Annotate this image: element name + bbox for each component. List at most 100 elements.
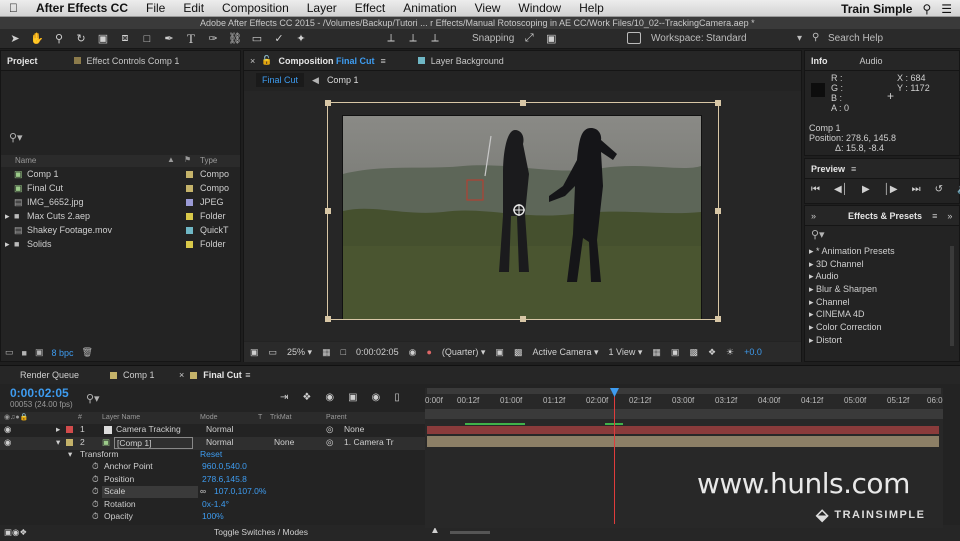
resize-handle[interactable] <box>715 208 721 214</box>
transparency-grid-icon[interactable]: ▩ <box>514 347 523 358</box>
toggle-pixel-icon[interactable]: ▦ <box>652 347 661 358</box>
project-search-icon[interactable]: ⚲▾ <box>9 131 23 144</box>
label-swatch[interactable] <box>186 213 193 220</box>
tab-render-queue[interactable]: Render Queue <box>0 370 110 380</box>
col-layer-name[interactable]: Layer Name <box>102 414 140 421</box>
tab-final-cut[interactable]: Final Cut <box>197 370 245 380</box>
sort-icon[interactable]: ▲ <box>167 155 175 164</box>
tab-info[interactable]: Info <box>811 56 828 66</box>
layer-bar-comp[interactable] <box>427 436 939 447</box>
label-swatch[interactable] <box>186 171 193 178</box>
exposure-icon[interactable]: ☀ <box>726 347 734 358</box>
shy-icon[interactable]: ◉ <box>325 392 334 403</box>
layer-label-swatch[interactable] <box>66 426 73 433</box>
tab-audio[interactable]: Audio <box>860 56 883 66</box>
search-help-input[interactable]: Search Help <box>828 33 883 44</box>
tab-effects-presets[interactable]: Effects & Presets <box>848 211 922 221</box>
exposure-value[interactable]: +0.0 <box>744 347 762 357</box>
property-value[interactable]: 0x-1.4° <box>202 499 229 509</box>
prev-frame-icon[interactable]: ◀│ <box>834 184 848 195</box>
panel-menu-icon[interactable]: ≡ <box>245 370 250 380</box>
list-item[interactable]: ▸ ■ Solids Folder <box>1 237 240 251</box>
clone-stamp-tool-icon[interactable]: ⛓ <box>228 32 242 46</box>
eye-icon[interactable]: ◉ <box>4 437 11 448</box>
panel-menu-icon[interactable]: ≡ <box>932 211 937 221</box>
property-row[interactable]: ⏱ Rotation 0x-1.4° <box>0 499 425 512</box>
subtab-final-cut[interactable]: Final Cut <box>256 73 305 87</box>
monitor-icon[interactable]: ▭ <box>269 347 278 358</box>
first-frame-icon[interactable]: ⏮ <box>811 184 820 195</box>
panel-menu-icon[interactable]: ≡ <box>381 56 386 66</box>
spotlight-icon[interactable]: ⚲ <box>922 2 931 16</box>
property-value[interactable]: 960.0,540.0 <box>202 461 247 471</box>
eraser-tool-icon[interactable]: ▭ <box>250 32 264 46</box>
new-folder-icon[interactable]: ■ <box>22 348 27 358</box>
link-icon[interactable]: ∞ <box>200 486 206 496</box>
new-comp-icon[interactable]: ▣ <box>35 347 44 358</box>
tab-composition[interactable]: Composition Final Cut <box>278 56 374 66</box>
rectangle-tool-icon[interactable]: □ <box>140 32 154 46</box>
fast-preview-icon[interactable]: ▣ <box>671 347 680 358</box>
resolution-select[interactable]: (Quarter) ▾ <box>442 347 486 358</box>
overflow-icon[interactable]: » <box>811 211 816 221</box>
time-ruler[interactable]: 0:00f 00:12f 01:00f 01:12f 02:00f 02:12f… <box>425 396 943 408</box>
layer-parent[interactable]: None <box>344 424 364 434</box>
pen-tool-icon[interactable]: ✒ <box>162 32 176 46</box>
region-icon[interactable]: □ <box>341 347 346 357</box>
menu-edit[interactable]: Edit <box>174 1 213 15</box>
draft-3d-icon[interactable]: ❖ <box>302 392 311 403</box>
show-channel-icon[interactable]: ● <box>426 347 431 357</box>
resize-handle[interactable] <box>325 208 331 214</box>
property-row[interactable]: ⏱ Anchor Point 960.0,540.0 <box>0 461 425 474</box>
menu-effect[interactable]: Effect <box>346 1 394 15</box>
effects-category[interactable]: ▸ Audio <box>805 271 959 284</box>
property-value[interactable]: 278.6,145.8 <box>202 474 247 484</box>
workspace-select[interactable]: Standard ▾ <box>706 33 802 44</box>
resize-handle[interactable] <box>325 100 331 106</box>
pickwhip-icon[interactable]: ◎ <box>326 437 333 448</box>
pan-behind-tool-icon[interactable]: ⧈ <box>118 32 132 46</box>
layer-mode[interactable]: Normal <box>206 424 233 434</box>
rotate-tool-icon[interactable]: ↻ <box>74 32 88 46</box>
always-preview-icon[interactable]: ▣ <box>250 347 259 358</box>
camera-select[interactable]: Active Camera ▾ <box>532 347 598 358</box>
effects-category[interactable]: ▸ Color Correction <box>805 322 959 335</box>
tab-effect-controls[interactable]: Effect Controls Comp 1 <box>87 56 180 66</box>
list-item[interactable]: ▸ ■ Max Cuts 2.aep Folder <box>1 209 240 223</box>
menu-file[interactable]: File <box>137 1 174 15</box>
layer-name[interactable]: Camera Tracking <box>116 424 181 434</box>
list-item[interactable]: ▣ Comp 1 Compo <box>1 167 240 181</box>
collapse-icon[interactable]: ▾ <box>56 437 60 448</box>
snapping-label[interactable]: Snapping <box>472 33 514 44</box>
layer-row[interactable]: ◉ ▸ 1 Camera Tracking Normal ◎ None <box>0 424 425 437</box>
loop-icon[interactable]: ↺ <box>935 184 943 195</box>
menu-layer[interactable]: Layer <box>298 1 346 15</box>
stopwatch-icon[interactable]: ⏱ <box>92 474 99 485</box>
pickwhip-icon[interactable]: ◎ <box>326 424 333 435</box>
hand-tool-icon[interactable]: ✋ <box>30 32 44 46</box>
resize-handle[interactable] <box>520 100 526 106</box>
type-tool-icon[interactable]: T <box>184 31 198 46</box>
col-t[interactable]: T <box>258 414 262 421</box>
col-trkmat[interactable]: TrkMat <box>270 414 292 421</box>
play-icon[interactable]: ▶ <box>862 184 870 195</box>
next-frame-icon[interactable]: │▶ <box>884 184 898 195</box>
layer-mode[interactable]: Normal <box>206 437 233 447</box>
effects-category[interactable]: ▸ Channel <box>805 297 959 310</box>
effects-category[interactable]: ▸ Distort <box>805 335 959 348</box>
scrollbar[interactable] <box>950 246 954 346</box>
overflow-icon[interactable]: » <box>947 211 952 221</box>
eye-icon[interactable]: ◉ <box>4 424 11 435</box>
label-swatch[interactable] <box>186 199 193 206</box>
frame-blending-icon[interactable]: ▣ <box>348 392 357 403</box>
current-time[interactable]: 0:00:02:05 <box>356 347 399 357</box>
toggle-switches-modes[interactable]: Toggle Switches / Modes <box>214 527 308 537</box>
tab-comp-1[interactable]: Comp 1 <box>117 370 179 380</box>
layer-label-swatch[interactable] <box>66 439 73 446</box>
menu-composition[interactable]: Composition <box>213 1 298 15</box>
transform-reset[interactable]: Reset <box>200 449 222 459</box>
layer-bounding-box[interactable] <box>325 100 721 322</box>
current-time-indicator[interactable] <box>614 392 615 524</box>
property-row[interactable]: ⏱ Opacity 100% <box>0 511 425 524</box>
camera-tool-icon[interactable]: ▣ <box>96 32 110 46</box>
